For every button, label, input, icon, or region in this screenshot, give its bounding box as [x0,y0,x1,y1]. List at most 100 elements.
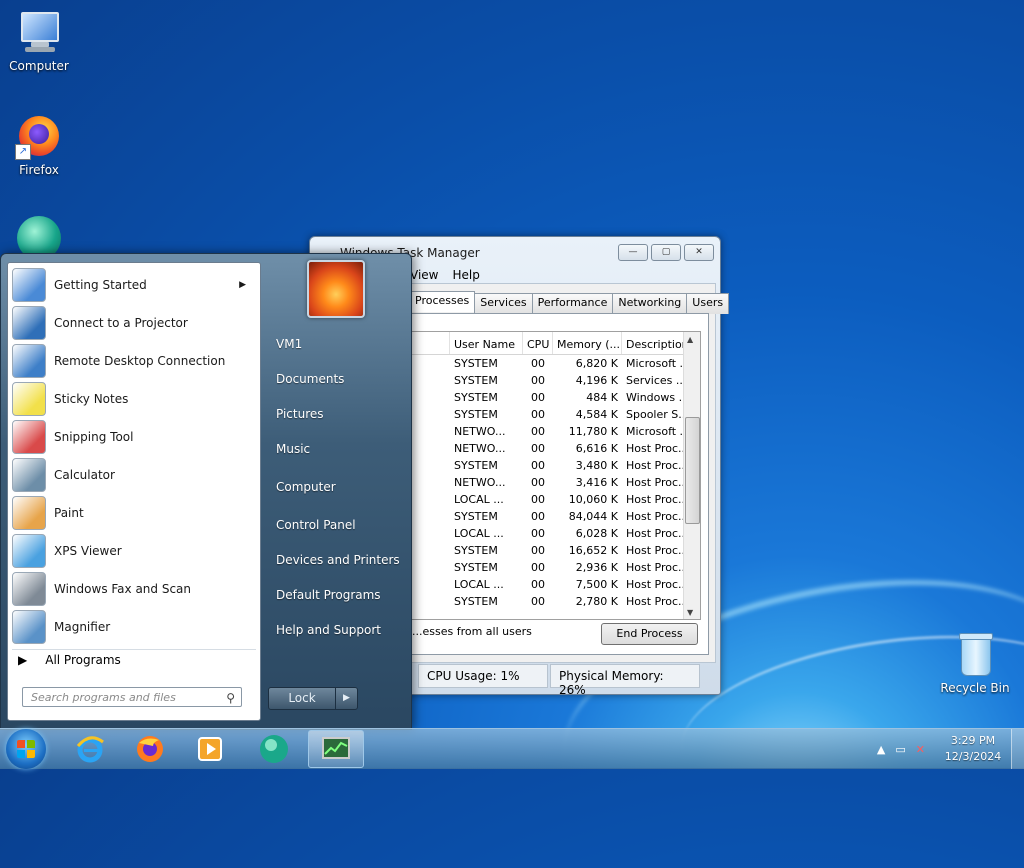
start-menu-item-magnifier[interactable]: Magnifier [12,609,256,645]
cell-mem: 484 K [586,391,618,404]
vertical-scrollbar[interactable]: ▲ ▼ [683,332,700,619]
tab-networking[interactable]: Networking [612,293,688,314]
lock-button[interactable]: Lock ▶ [268,687,358,710]
cell-cpu: 00 [531,527,545,540]
cell-cpu: 00 [531,476,545,489]
taskbar-task-manager[interactable] [308,730,364,768]
start-menu-link-help-and-support[interactable]: Help and Support [276,623,381,637]
close-button[interactable]: ✕ [684,244,714,261]
cell-mem: 4,196 K [575,374,618,387]
start-menu-item-label: XPS Viewer [54,544,122,558]
cell-user: SYSTEM [454,391,498,404]
start-menu-item-windows-fax-and-scan[interactable]: Windows Fax and Scan [12,571,256,607]
desktop-icon-recycle-bin[interactable]: Recycle Bin [937,630,1013,695]
all-programs-button[interactable]: ▶ All Programs [18,653,121,667]
submenu-arrow-icon[interactable]: ▶ [239,280,246,290]
start-menu-programs-pane: Getting Started ▶ Connect to a Projector Re… [7,262,261,721]
cell-mem: 2,780 K [575,595,618,608]
start-menu-link-computer[interactable]: Computer [276,480,336,494]
start-menu-item-label: Magnifier [54,620,111,634]
cell-mem: 11,780 K [568,425,618,438]
tab-services[interactable]: Services [474,293,533,314]
start-menu-link-music[interactable]: Music [276,442,310,456]
system-tray: ▲ ▭ ✕ 3:29 PM 12/3/2024 [877,729,1024,769]
start-menu-item-snipping-tool[interactable]: Snipping Tool [12,419,256,455]
start-menu-item-label: Remote Desktop Connection [54,354,226,368]
firefox-icon [137,736,163,762]
menu-view[interactable]: View [410,268,438,282]
show-desktop-button[interactable] [1011,729,1024,769]
start-menu-link-documents[interactable]: Documents [276,372,344,386]
desktop-icon-label: Computer [9,59,69,73]
clock[interactable]: 3:29 PM 12/3/2024 [935,733,1011,765]
menu-help[interactable]: Help [452,268,479,282]
shutdown-options-arrow-icon[interactable]: ▶ [336,688,357,709]
start-menu-item-remote-desktop-connection[interactable]: Remote Desktop Connection [12,343,256,379]
taskbar-green-app[interactable] [246,730,302,768]
tab-performance[interactable]: Performance [531,293,614,314]
start-menu-item-paint[interactable]: Paint [12,495,256,531]
cell-user: SYSTEM [454,544,498,557]
start-menu-item-label: Paint [54,506,84,520]
start-menu-item-xps-viewer[interactable]: XPS Viewer [12,533,256,569]
start-menu-link-default-programs[interactable]: Default Programs [276,588,381,602]
user-avatar[interactable] [307,260,365,318]
start-menu-item-connect-to-a-projector[interactable]: Connect to a Projector [12,305,256,341]
cell-user: SYSTEM [454,561,498,574]
column-cpu[interactable]: CPU [523,332,553,354]
cell-mem: 4,584 K [575,408,618,421]
start-menu[interactable]: Getting Started ▶ Connect to a Projector Re… [0,253,412,730]
column-memory[interactable]: Memory (... [553,332,622,354]
taskbar-internet-explorer[interactable] [62,730,118,768]
cell-mem: 84,044 K [568,510,618,523]
cell-user: NETWO... [454,442,506,455]
start-menu-item-label: Connect to a Projector [54,316,188,330]
cell-cpu: 00 [531,459,545,472]
start-menu-link-vm1[interactable]: VM1 [276,337,302,351]
maximize-button[interactable]: ▢ [651,244,681,261]
tab-users[interactable]: Users [686,293,730,314]
taskbar: ▲ ▭ ✕ 3:29 PM 12/3/2024 [0,728,1024,769]
cell-user: SYSTEM [454,408,498,421]
minimize-button[interactable]: — [618,244,648,261]
start-button[interactable] [6,729,46,769]
scissors-icon [12,420,46,454]
show-hidden-icons-arrow-icon[interactable]: ▲ [877,743,885,756]
start-menu-item-label: Windows Fax and Scan [54,582,192,596]
scroll-up-arrow-icon[interactable]: ▲ [687,335,693,344]
desktop-icon-label: Firefox [19,163,59,177]
cell-cpu: 00 [531,425,545,438]
start-menu-link-control-panel[interactable]: Control Panel [276,518,356,532]
desktop-icon-computer[interactable]: Computer [1,8,77,73]
taskbar-media-player[interactable] [182,730,238,768]
cell-mem: 3,480 K [575,459,618,472]
remote-desktop-icon [12,344,46,378]
magnifier-icon [12,610,46,644]
cell-mem: 2,936 K [575,561,618,574]
task-manager-icon [322,737,350,759]
cell-mem: 10,060 K [568,493,618,506]
show-all-processes-button[interactable]: ...esses from all users [412,625,532,638]
column-user-name[interactable]: User Name [450,332,523,354]
taskbar-firefox[interactable] [122,730,178,768]
start-menu-link-pictures[interactable]: Pictures [276,407,324,421]
scroll-down-arrow-icon[interactable]: ▼ [687,608,693,617]
start-menu-item-label: Sticky Notes [54,392,129,406]
start-menu-item-getting-started[interactable]: Getting Started ▶ [12,267,256,303]
cell-user: SYSTEM [454,357,498,370]
scrollbar-thumb[interactable] [685,417,700,524]
separator [12,649,256,650]
start-menu-item-sticky-notes[interactable]: Sticky Notes [12,381,256,417]
cell-mem: 7,500 K [575,578,618,591]
start-menu-item-calculator[interactable]: Calculator [12,457,256,493]
cell-cpu: 00 [531,561,545,574]
network-icon[interactable]: ▭ [895,743,905,756]
search-input[interactable]: Search programs and files ⚲ [22,687,242,707]
cell-user: SYSTEM [454,595,498,608]
start-menu-link-devices-and-printers[interactable]: Devices and Printers [276,553,400,567]
speaker-muted-icon[interactable]: ✕ [916,743,925,756]
end-process-button[interactable]: End Process [601,623,698,645]
tab-processes[interactable]: Processes [409,291,476,312]
calculator-icon [12,458,46,492]
desktop-icon-firefox[interactable]: ↗ Firefox [1,112,77,177]
